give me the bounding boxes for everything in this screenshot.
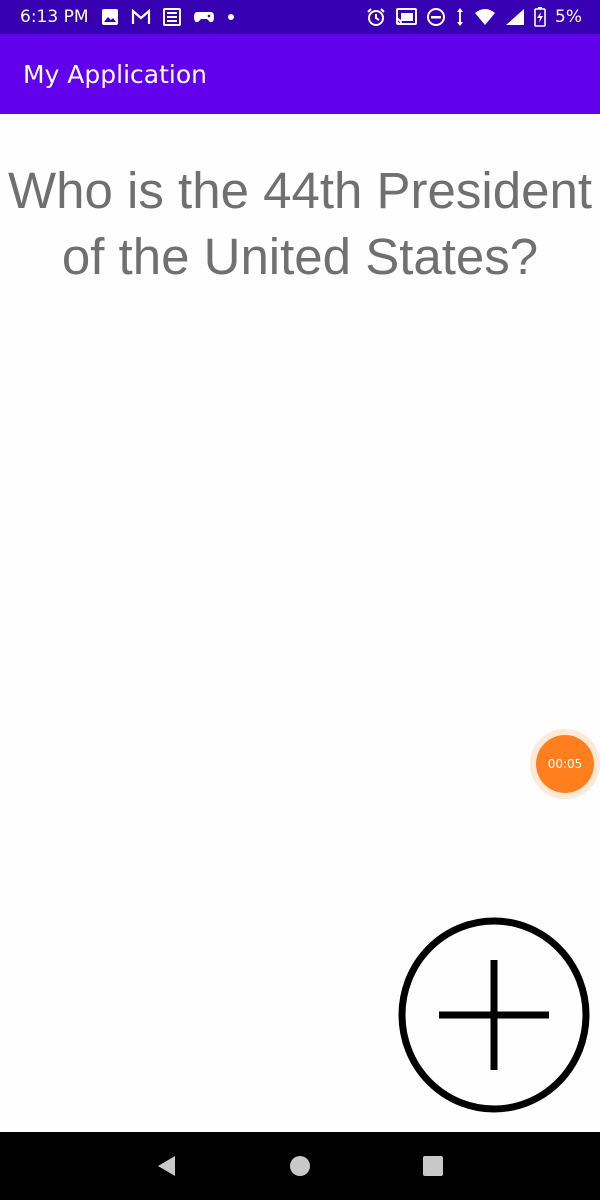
question-text: Who is the 44th President of the United … — [8, 162, 592, 285]
news-icon — [162, 8, 181, 26]
battery-icon — [534, 7, 546, 27]
data-arrows-icon — [455, 7, 465, 27]
back-button[interactable] — [147, 1146, 187, 1186]
recents-icon — [423, 1156, 444, 1176]
home-button[interactable] — [280, 1146, 320, 1186]
add-button[interactable] — [398, 917, 590, 1113]
wifi-icon — [474, 8, 496, 26]
recents-button[interactable] — [413, 1146, 453, 1186]
plus-circle-icon — [398, 917, 590, 1113]
gmail-icon — [131, 9, 151, 25]
status-right: 5% — [366, 7, 582, 27]
battery-percent: 5% — [555, 7, 582, 27]
image-icon — [101, 8, 119, 26]
signal-icon — [505, 8, 525, 26]
app-title: My Application — [23, 59, 207, 89]
alarm-icon — [366, 7, 386, 27]
timer-badge[interactable]: 00:05 — [530, 729, 600, 799]
cast-icon — [395, 8, 418, 26]
status-left: 6:13 PM — [20, 7, 235, 27]
app-bar: My Application — [0, 34, 600, 114]
status-time: 6:13 PM — [20, 7, 89, 27]
back-icon — [157, 1156, 175, 1176]
timer-label: 00:05 — [536, 735, 594, 793]
navigation-bar — [0, 1132, 600, 1200]
home-icon — [289, 1156, 310, 1176]
dot-icon — [227, 13, 235, 21]
status-bar: 6:13 PM 5% — [0, 0, 600, 34]
game-icon — [193, 9, 215, 25]
dnd-icon — [426, 7, 446, 27]
